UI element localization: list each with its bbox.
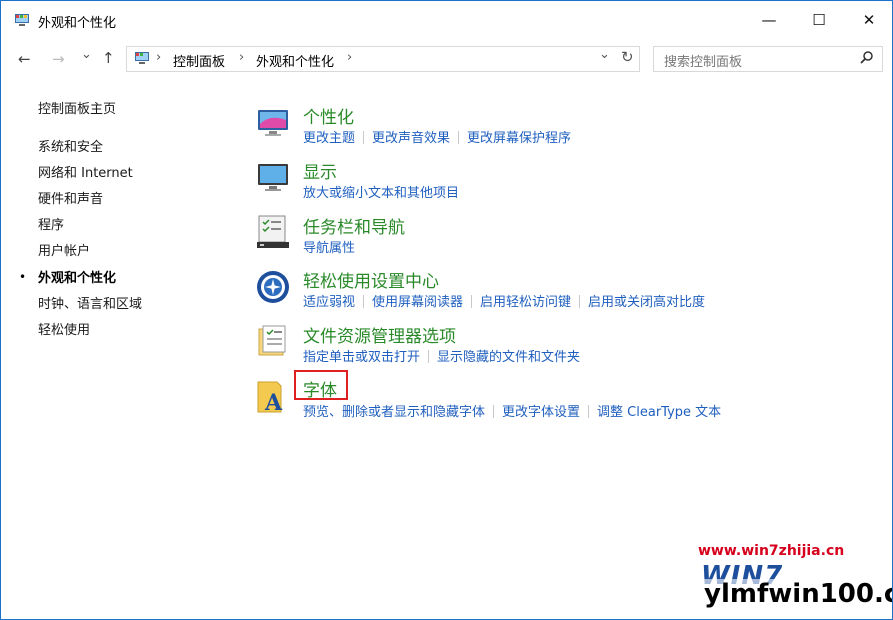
category-title-ease-of-access[interactable]: 轻松使用设置中心	[303, 267, 439, 292]
minimize-button[interactable]: —	[746, 1, 792, 39]
refresh-icon: ↻	[621, 48, 634, 66]
sidebar-item-appearance[interactable]: 外观和个性化	[38, 267, 116, 286]
forward-button[interactable]: →	[52, 50, 65, 68]
current-page-bullet: •	[19, 270, 27, 284]
back-arrow-icon: ←	[18, 50, 31, 68]
sidebar-item-user-accounts[interactable]: 用户帐户	[38, 240, 90, 259]
category-links-folder-options: 指定单击或双击打开 显示隐藏的文件和文件夹	[303, 346, 580, 365]
sidebar-item-programs[interactable]: 程序	[38, 214, 64, 233]
up-button[interactable]: ↑	[102, 49, 115, 67]
back-button[interactable]: ←	[18, 50, 31, 68]
link-high-contrast[interactable]: 启用或关闭高对比度	[588, 291, 705, 310]
close-button[interactable]: ✕	[846, 1, 892, 39]
link-resize-text[interactable]: 放大或缩小文本和其他项目	[303, 182, 459, 201]
taskbar-icon	[257, 215, 289, 248]
forward-arrow-icon: →	[52, 50, 65, 68]
control-panel-window: 外观和个性化 — ☐ ✕ ← → ⌄ ↑ › 控制面板 › 外观和个性化 › ⌄…	[0, 0, 893, 620]
link-divider	[588, 405, 590, 418]
close-icon: ✕	[862, 11, 876, 29]
category-links-ease-of-access: 适应弱视 使用屏幕阅读器 启用轻松访问键 启用或关闭高对比度	[303, 291, 705, 310]
link-divider	[363, 295, 365, 308]
control-panel-app-icon	[15, 14, 29, 26]
link-low-vision[interactable]: 适应弱视	[303, 291, 355, 310]
control-panel-location-icon	[135, 52, 149, 64]
link-divider	[363, 131, 365, 144]
breadcrumb-separator: ›	[239, 50, 245, 65]
folder-options-icon	[258, 325, 286, 356]
fonts-icon: A	[257, 381, 283, 414]
link-divider	[493, 405, 495, 418]
svg-text:A: A	[264, 390, 283, 414]
breadcrumb-separator: ›	[347, 50, 353, 65]
link-change-font-settings[interactable]: 更改字体设置	[502, 401, 580, 420]
sidebar-item-clock-language[interactable]: 时钟、语言和区域	[38, 293, 142, 312]
minimize-icon: —	[761, 11, 777, 29]
watermark-site: www.win7zhijia.cn	[698, 543, 845, 559]
sidebar-item-system-security[interactable]: 系统和安全	[38, 136, 103, 155]
link-divider	[458, 131, 460, 144]
sidebar-item-control-panel-home[interactable]: 控制面板主页	[38, 98, 116, 117]
breadcrumb-item-control-panel[interactable]: 控制面板	[173, 51, 225, 70]
chevron-down-icon: ⌄	[599, 47, 610, 62]
search-icon	[860, 51, 873, 64]
category-title-display[interactable]: 显示	[303, 158, 337, 183]
watermark-url: ylmfwin100.com	[701, 579, 892, 609]
link-divider	[428, 350, 430, 363]
link-divider	[579, 295, 581, 308]
window-title: 外观和个性化	[38, 16, 117, 31]
category-title-taskbar[interactable]: 任务栏和导航	[303, 213, 405, 238]
ease-of-access-icon	[257, 271, 289, 303]
category-links-personalization: 更改主题 更改声音效果 更改屏幕保护程序	[303, 127, 571, 146]
fonts-highlight-box	[294, 370, 348, 400]
category-title-folder-options[interactable]: 文件资源管理器选项	[303, 322, 456, 347]
title-bar: 外观和个性化 — ☐ ✕	[1, 1, 892, 39]
maximize-button[interactable]: ☐	[796, 1, 842, 39]
link-show-hidden-files[interactable]: 显示隐藏的文件和文件夹	[437, 346, 580, 365]
link-cleartype[interactable]: 调整 ClearType 文本	[597, 401, 721, 420]
link-preview-delete-fonts[interactable]: 预览、删除或者显示和隐藏字体	[303, 401, 485, 420]
link-change-sounds[interactable]: 更改声音效果	[372, 127, 450, 146]
link-accessibility-keys[interactable]: 启用轻松访问键	[480, 291, 571, 310]
up-arrow-icon: ↑	[102, 49, 115, 67]
link-single-double-click[interactable]: 指定单击或双击打开	[303, 346, 420, 365]
breadcrumb-separator: ›	[156, 50, 162, 65]
sidebar-item-network[interactable]: 网络和 Internet	[38, 162, 133, 181]
display-icon	[258, 164, 288, 191]
maximize-icon: ☐	[812, 11, 826, 29]
link-screen-reader[interactable]: 使用屏幕阅读器	[372, 291, 463, 310]
category-links-display: 放大或缩小文本和其他项目	[303, 182, 459, 201]
link-divider	[471, 295, 473, 308]
category-links-fonts: 预览、删除或者显示和隐藏字体 更改字体设置 调整 ClearType 文本	[303, 401, 721, 420]
personalization-icon	[258, 110, 288, 136]
chevron-down-icon: ⌄	[81, 47, 92, 62]
link-change-screensaver[interactable]: 更改屏幕保护程序	[467, 127, 571, 146]
sidebar-item-ease-of-access[interactable]: 轻松使用	[38, 319, 90, 338]
recent-locations-button[interactable]: ⌄	[81, 47, 92, 62]
search-placeholder: 搜索控制面板	[664, 55, 743, 70]
sidebar-item-hardware-sound[interactable]: 硬件和声音	[38, 188, 103, 207]
breadcrumb-item-appearance[interactable]: 外观和个性化	[256, 51, 334, 70]
refresh-button[interactable]: ↻	[621, 48, 634, 66]
address-dropdown-button[interactable]: ⌄	[599, 47, 610, 62]
link-navigation-properties[interactable]: 导航属性	[303, 237, 355, 256]
link-change-theme[interactable]: 更改主题	[303, 127, 355, 146]
category-title-personalization[interactable]: 个性化	[303, 103, 354, 128]
category-links-taskbar: 导航属性	[303, 237, 355, 256]
